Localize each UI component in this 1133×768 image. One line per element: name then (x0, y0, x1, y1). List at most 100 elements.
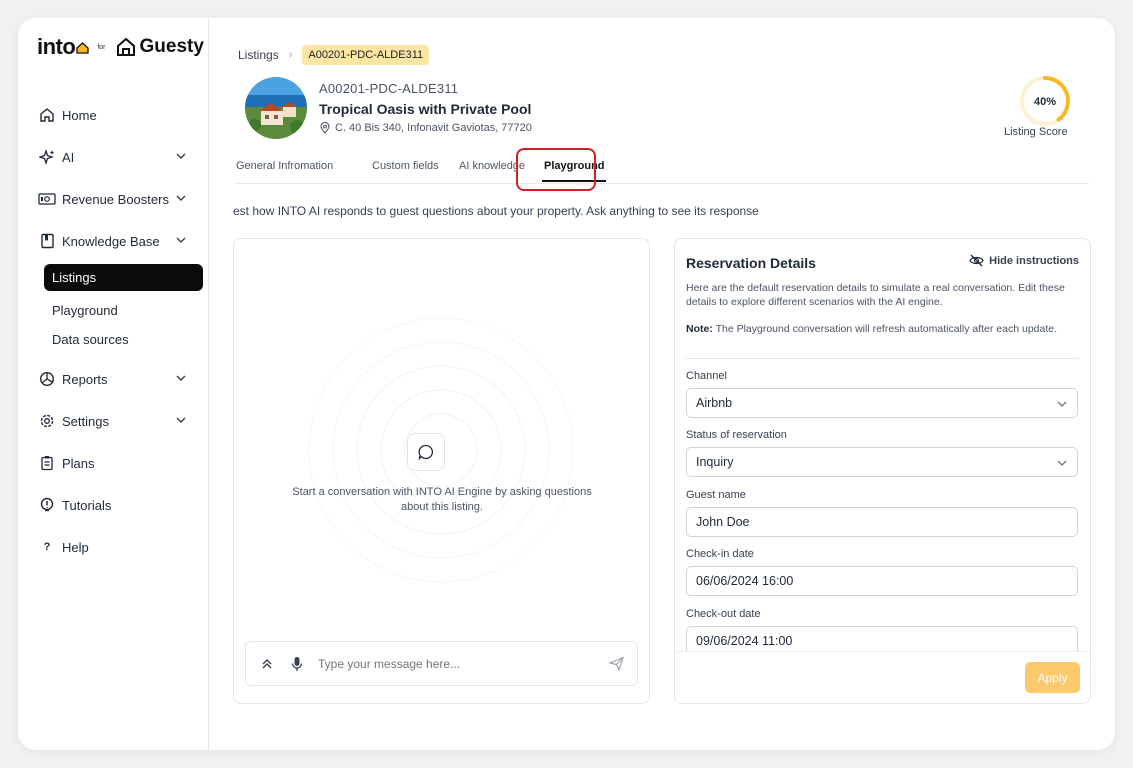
reservation-description: Here are the default reservation details… (686, 282, 1065, 308)
into-logo: into (37, 34, 89, 60)
checkout-value: 09/06/2024 11:00 (696, 634, 793, 648)
sidebar-item-label: Plans (62, 455, 95, 471)
sidebar-subitem-listings[interactable]: Listings (44, 264, 203, 291)
gear-icon (38, 412, 56, 430)
channel-label: Channel (686, 370, 727, 382)
sidebar-item-plans[interactable]: Plans (38, 451, 188, 475)
money-icon (38, 190, 56, 208)
sidebar-item-tutorials[interactable]: Tutorials (38, 493, 188, 517)
reservation-note: Note: The Playground conversation will r… (686, 322, 1081, 336)
sidebar-item-knowledge-base[interactable]: Knowledge Base (38, 229, 188, 253)
note-label: Note: (686, 323, 713, 335)
reservation-form: Channel Airbnb Status of reservation Inq… (675, 359, 1090, 651)
listing-code: A00201-PDC-ALDE311 (319, 81, 459, 96)
listing-address-text: C. 40 Bis 340, Infonavit Gaviotas, 77720 (335, 122, 532, 134)
sidebar-subitem-label: Listings (52, 270, 97, 285)
expand-up-icon[interactable] (256, 653, 278, 675)
listing-thumbnail (245, 77, 307, 139)
send-icon[interactable] (605, 653, 627, 675)
hide-instructions-label: Hide instructions (989, 254, 1079, 267)
breadcrumb: Listings › A00201-PDC-ALDE311 (238, 45, 430, 65)
reservation-panel: Reservation Details Hide instructions He… (674, 238, 1091, 704)
location-pin-icon (320, 122, 330, 134)
checkin-date-field[interactable]: 06/06/2024 16:00 (686, 566, 1078, 596)
sidebar-item-label: AI (62, 149, 75, 165)
reservation-title: Reservation Details (686, 255, 816, 271)
status-label: Status of reservation (686, 429, 787, 441)
sidebar-item-label: Settings (62, 413, 109, 429)
status-select[interactable]: Inquiry (686, 447, 1078, 477)
main-content: Listings › A00201-PDC-ALDE311 A00201-PDC… (209, 18, 1115, 750)
chevron-down-icon (176, 375, 186, 381)
sidebar-item-revenue-boosters[interactable]: Revenue Boosters (38, 187, 188, 211)
channel-value: Airbnb (696, 396, 733, 410)
guest-name-value: John Doe (696, 515, 750, 529)
chat-empty-hint: Start a conversation with INTO AI Engine… (292, 486, 592, 513)
channel-select[interactable]: Airbnb (686, 388, 1078, 418)
chevron-down-icon (176, 237, 186, 243)
question-icon: ? (43, 541, 51, 553)
sidebar-item-label: Revenue Boosters (62, 191, 169, 207)
status-value: Inquiry (696, 455, 734, 469)
listing-score-value: 40% (1034, 96, 1056, 108)
breadcrumb-listings[interactable]: Listings (238, 48, 279, 62)
sidebar-item-settings[interactable]: Settings (38, 409, 188, 433)
playground-tab-highlight (516, 148, 596, 191)
sidebar: into for Guesty Home AI Revenue Boosters… (18, 18, 209, 750)
sidebar-item-label: Help (62, 539, 89, 555)
sidebar-item-reports[interactable]: Reports (38, 367, 188, 391)
guesty-house-icon (116, 37, 135, 56)
chat-input-bar (245, 641, 638, 686)
sidebar-item-label: Tutorials (62, 497, 112, 513)
brand-logo: into for Guesty (37, 34, 204, 60)
pie-chart-icon (38, 370, 56, 388)
guesty-logo: Guesty (116, 36, 204, 58)
sidebar-item-help[interactable]: ? Help (38, 535, 188, 559)
chevron-down-icon (1057, 401, 1067, 407)
tab-bar: General Infromation Custom fields AI kno… (235, 156, 1089, 184)
chat-bubble-icon (407, 433, 445, 471)
listing-address: C. 40 Bis 340, Infonavit Gaviotas, 77720 (319, 122, 532, 134)
chevron-down-icon (176, 153, 186, 159)
sidebar-item-label: Home (62, 107, 97, 123)
checkin-value: 06/06/2024 16:00 (696, 574, 794, 588)
into-house-icon (76, 42, 89, 54)
apply-button[interactable]: Apply (1025, 662, 1080, 693)
microphone-icon[interactable] (286, 653, 308, 675)
sidebar-item-home[interactable]: Home (38, 103, 188, 127)
chevron-down-icon (176, 195, 186, 201)
brand-for: for (97, 43, 106, 51)
guest-name-field[interactable]: John Doe (686, 507, 1078, 537)
hide-instructions-button[interactable]: Hide instructions (969, 254, 1079, 267)
guesty-wordmark: Guesty (139, 36, 204, 57)
listing-title: Tropical Oasis with Private Pool (319, 101, 532, 117)
eye-off-icon (969, 254, 984, 267)
checkout-date-field[interactable]: 09/06/2024 11:00 (686, 626, 1078, 651)
sparkle-icon (38, 148, 56, 166)
sidebar-subitem-data-sources[interactable]: Data sources (52, 332, 129, 347)
playground-intro: est how INTO AI responds to guest questi… (233, 204, 759, 218)
lightbulb-icon (38, 496, 56, 514)
chevron-down-icon (1057, 460, 1067, 466)
sidebar-subitem-playground[interactable]: Playground (52, 303, 118, 318)
sidebar-item-label: Reports (62, 371, 108, 387)
listing-score-gauge: 40% (1020, 76, 1070, 126)
sidebar-item-label: Knowledge Base (62, 233, 160, 249)
tab-general-information[interactable]: General Infromation (236, 160, 333, 172)
guest-name-label: Guest name (686, 489, 746, 501)
chat-message-input[interactable] (318, 656, 588, 671)
chevron-down-icon (176, 417, 186, 423)
into-wordmark: into (37, 34, 76, 59)
breadcrumb-current: A00201-PDC-ALDE311 (302, 45, 430, 65)
tab-custom-fields[interactable]: Custom fields (372, 160, 439, 172)
chat-background-rings (308, 317, 574, 583)
app-window: into for Guesty Home AI Revenue Boosters… (18, 18, 1115, 750)
home-icon (38, 106, 56, 124)
checkout-label: Check-out date (686, 608, 761, 620)
listing-score-label: Listing Score (1004, 126, 1068, 138)
chat-panel: Start a conversation with INTO AI Engine… (233, 238, 650, 704)
book-icon (38, 232, 56, 250)
clipboard-icon (38, 454, 56, 472)
checkin-label: Check-in date (686, 548, 754, 560)
sidebar-item-ai[interactable]: AI (38, 145, 188, 169)
